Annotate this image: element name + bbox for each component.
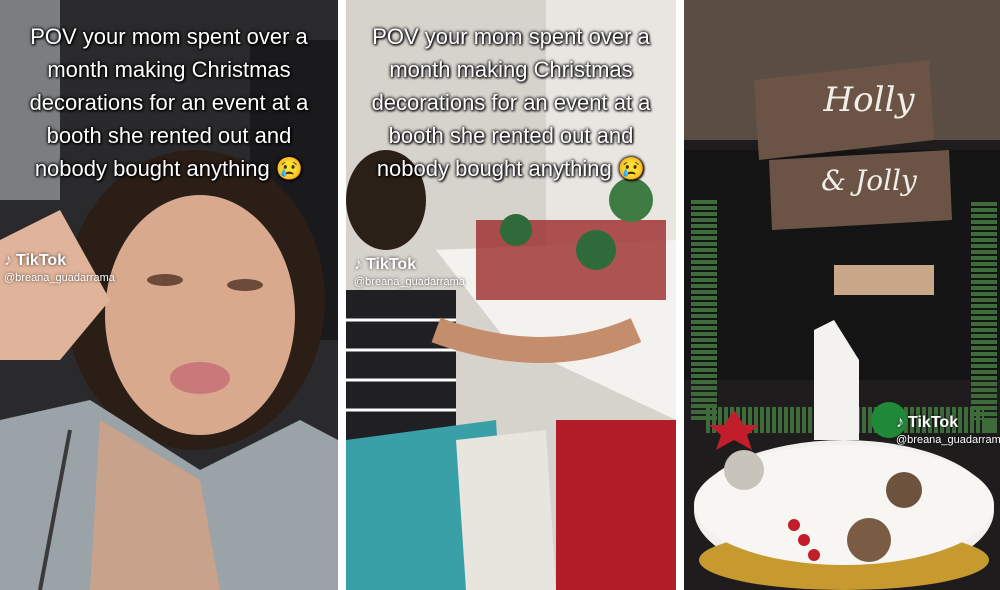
watermark-handle: @breana_guadarrama [4, 272, 115, 284]
video-caption: POV your mom spent over a month making C… [29, 24, 309, 181]
tiktok-watermark: ♪ TikTok @breana_guadarrama [4, 252, 115, 284]
tiktok-note-icon: ♪ [896, 414, 904, 431]
tiktok-watermark: ♪ TikTok @breana_guadarrama [354, 256, 465, 288]
video-panel-3: Holly & Jolly ♪ TikTok @breana_guadarram… [684, 0, 1000, 590]
watermark-brand: TikTok [366, 256, 417, 273]
sign-jolly: & Jolly [821, 164, 917, 197]
watermark-brand: TikTok [908, 414, 959, 431]
tiktok-note-icon: ♪ [354, 256, 362, 273]
sign-holly: Holly [823, 80, 915, 120]
video-panel-1: POV your mom spent over a month making C… [0, 0, 338, 590]
video-caption: POV your mom spent over a month making C… [371, 24, 651, 181]
watermark-brand: TikTok [16, 252, 67, 269]
watermark-handle: @breana_guadarrama [896, 434, 1000, 446]
tiktok-note-icon: ♪ [4, 252, 12, 269]
watermark-handle: @breana_guadarrama [354, 276, 465, 288]
screenshot-collage: POV your mom spent over a month making C… [0, 0, 1000, 590]
video-panel-2: POV your mom spent over a month making C… [346, 0, 676, 590]
tiktok-watermark: ♪ TikTok @breana_guadarrama [896, 414, 1000, 446]
